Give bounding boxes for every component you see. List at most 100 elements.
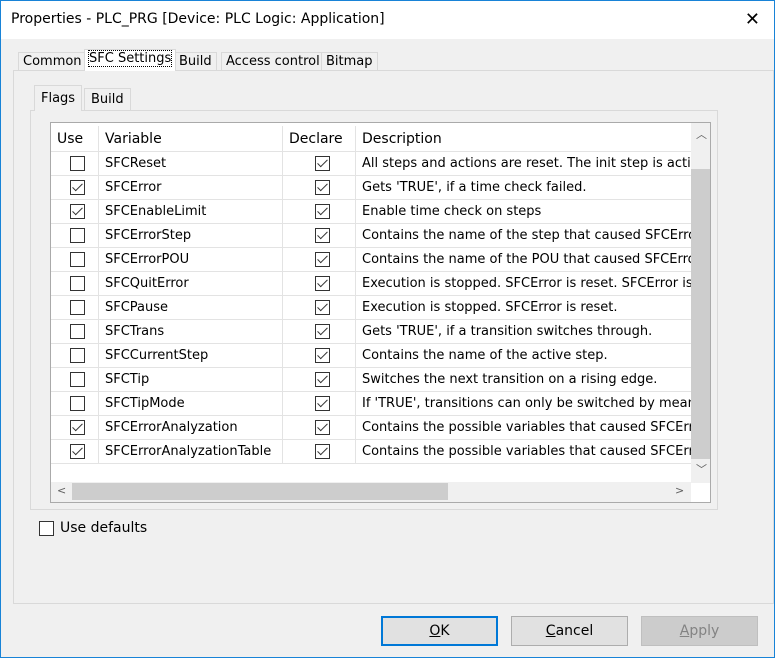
- variable-cell: SFCTrans: [99, 320, 283, 344]
- declare-cell: [283, 392, 356, 416]
- ok-button[interactable]: OK: [381, 616, 498, 646]
- use-cell: [51, 416, 99, 440]
- use-checkbox[interactable]: [70, 420, 85, 435]
- vertical-scroll-thumb[interactable]: [691, 169, 710, 459]
- declare-cell: [283, 416, 356, 440]
- declare-cell: [283, 368, 356, 392]
- use-checkbox[interactable]: [70, 300, 85, 315]
- scroll-down-icon[interactable]: ﹀: [696, 461, 707, 477]
- variable-cell: SFCTip: [99, 368, 283, 392]
- tab-label: Flags: [41, 91, 76, 106]
- column-header-variable[interactable]: Variable: [99, 126, 283, 152]
- table-row[interactable]: SFCTip Switches the next transition on a…: [51, 368, 691, 392]
- table-row[interactable]: SFCCurrentStep Contains the name of the …: [51, 344, 691, 368]
- apply-button[interactable]: Apply: [641, 616, 758, 646]
- description-cell: Contains the name of the step that cause…: [356, 224, 691, 248]
- declare-checkbox[interactable]: [314, 156, 330, 171]
- description-cell: Contains the possible variables that cau…: [356, 440, 691, 464]
- table-row[interactable]: SFCErrorStep Contains the name of the st…: [51, 224, 691, 248]
- tab-label: Build: [179, 54, 212, 69]
- declare-checkbox[interactable]: [314, 204, 330, 219]
- declare-checkbox[interactable]: [314, 300, 330, 315]
- description-cell: Switches the next transition on a rising…: [356, 368, 691, 392]
- use-checkbox[interactable]: [70, 180, 85, 195]
- horizontal-scrollbar[interactable]: < >: [51, 482, 691, 502]
- declare-cell: [283, 176, 356, 200]
- cancel-button[interactable]: Cancel: [511, 616, 628, 646]
- description-cell: Gets 'TRUE', if a time check failed.: [356, 176, 691, 200]
- variable-cell: SFCCurrentStep: [99, 344, 283, 368]
- use-checkbox[interactable]: [70, 324, 85, 339]
- description-cell: Execution is stopped. SFCError is reset.: [356, 296, 691, 320]
- description-cell: If 'TRUE', transitions can only be switc…: [356, 392, 691, 416]
- close-icon[interactable]: ✕: [745, 9, 760, 30]
- declare-cell: [283, 440, 356, 464]
- use-defaults[interactable]: Use defaults: [39, 520, 147, 536]
- column-header-use[interactable]: Use: [51, 126, 99, 152]
- use-cell: [51, 224, 99, 248]
- declare-cell: [283, 272, 356, 296]
- declare-checkbox[interactable]: [314, 444, 330, 459]
- declare-checkbox[interactable]: [314, 180, 330, 195]
- tab-access-control[interactable]: Access control: [221, 52, 325, 70]
- scroll-up-icon[interactable]: ︿: [696, 126, 707, 142]
- tab-label: Common: [23, 54, 82, 69]
- table-row[interactable]: SFCQuitError Execution is stopped. SFCEr…: [51, 272, 691, 296]
- declare-checkbox[interactable]: [314, 348, 330, 363]
- declare-checkbox[interactable]: [314, 276, 330, 291]
- use-checkbox[interactable]: [70, 228, 85, 243]
- column-header-declare[interactable]: Declare: [283, 126, 356, 152]
- use-cell: [51, 296, 99, 320]
- subtab-build[interactable]: Build: [84, 88, 131, 110]
- subtab-flags[interactable]: Flags: [34, 85, 83, 111]
- declare-cell: [283, 224, 356, 248]
- variable-cell: SFCReset: [99, 152, 283, 176]
- use-checkbox[interactable]: [70, 276, 85, 291]
- apply-accel: A: [679, 623, 690, 639]
- table-row[interactable]: SFCEnableLimit Enable time check on step…: [51, 200, 691, 224]
- declare-checkbox[interactable]: [314, 228, 330, 243]
- table-row[interactable]: SFCPause Execution is stopped. SFCError …: [51, 296, 691, 320]
- use-defaults-label: Use defaults: [60, 520, 148, 536]
- use-cell: [51, 272, 99, 296]
- scroll-left-icon[interactable]: <: [57, 484, 66, 497]
- use-checkbox[interactable]: [70, 204, 85, 219]
- declare-cell: [283, 344, 356, 368]
- vertical-scrollbar[interactable]: ︿ ﹀: [691, 123, 710, 483]
- apply-label: pply: [689, 623, 720, 639]
- table-row[interactable]: SFCTrans Gets 'TRUE', if a transition sw…: [51, 320, 691, 344]
- use-checkbox[interactable]: [70, 372, 85, 387]
- use-checkbox[interactable]: [70, 348, 85, 363]
- declare-checkbox[interactable]: [314, 324, 330, 339]
- table-row[interactable]: SFCErrorPOU Contains the name of the POU…: [51, 248, 691, 272]
- cancel-label: ancel: [555, 623, 594, 639]
- window-title: Properties - PLC_PRG [Device: PLC Logic:…: [11, 11, 385, 27]
- table-row[interactable]: SFCReset All steps and actions are reset…: [51, 152, 691, 176]
- use-checkbox[interactable]: [70, 396, 85, 411]
- table-row[interactable]: SFCErrorAnalyzation Contains the possibl…: [51, 416, 691, 440]
- use-checkbox[interactable]: [70, 444, 85, 459]
- description-cell: Execution is stopped. SFCError is reset.…: [356, 272, 691, 296]
- use-defaults-checkbox[interactable]: [39, 520, 54, 536]
- variable-cell: SFCErrorStep: [99, 224, 283, 248]
- column-header-description[interactable]: Description: [356, 126, 691, 152]
- scroll-right-icon[interactable]: >: [675, 484, 684, 497]
- horizontal-scroll-thumb[interactable]: [72, 483, 448, 500]
- declare-checkbox[interactable]: [314, 372, 330, 387]
- table-row[interactable]: SFCError Gets 'TRUE', if a time check fa…: [51, 176, 691, 200]
- declare-checkbox[interactable]: [314, 252, 330, 267]
- use-checkbox[interactable]: [70, 156, 85, 171]
- table-row[interactable]: SFCErrorAnalyzationTable Contains the po…: [51, 440, 691, 464]
- tab-build[interactable]: Build: [174, 52, 217, 70]
- tab-sfc-settings[interactable]: SFC Settings: [84, 49, 177, 71]
- use-cell: [51, 440, 99, 464]
- variable-cell: SFCTipMode: [99, 392, 283, 416]
- tab-common[interactable]: Common: [18, 52, 87, 70]
- declare-checkbox[interactable]: [314, 396, 330, 411]
- declare-cell: [283, 320, 356, 344]
- use-checkbox[interactable]: [70, 252, 85, 267]
- declare-checkbox[interactable]: [314, 420, 330, 435]
- ok-accel: O: [429, 623, 441, 639]
- tab-bitmap[interactable]: Bitmap: [321, 52, 378, 70]
- table-row[interactable]: SFCTipMode If 'TRUE', transitions can on…: [51, 392, 691, 416]
